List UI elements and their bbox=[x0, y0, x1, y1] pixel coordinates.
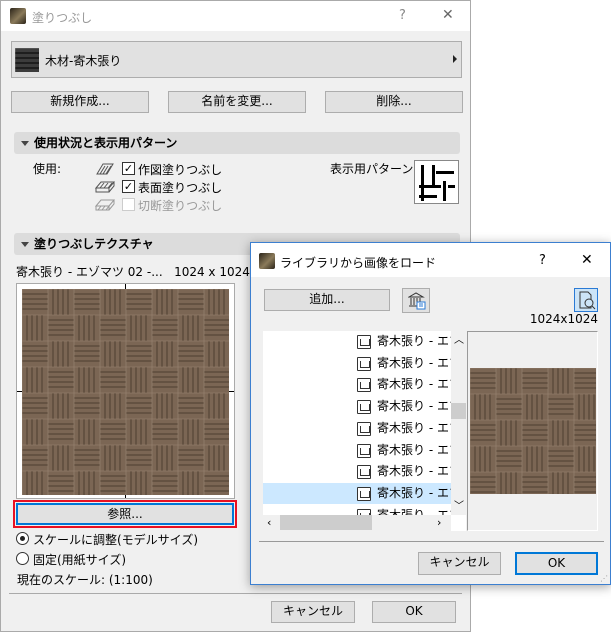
cut-fill-icon bbox=[95, 199, 115, 211]
surface-fill-label: 表面塗りつぶし bbox=[138, 181, 223, 195]
list-item-label: 寄木張り - エゾマツ bbox=[377, 399, 451, 414]
list-item[interactable]: 寄木張り - エゾマツ bbox=[263, 353, 451, 374]
texture-image bbox=[22, 289, 229, 495]
scroll-down-icon[interactable]: ﹀ bbox=[454, 497, 464, 512]
dialog-title-bar: ライブラリから画像をロード ? ✕ bbox=[251, 243, 610, 277]
browse-button[interactable]: 参照... bbox=[16, 503, 234, 525]
fill-selector[interactable]: 木材-寄木張り bbox=[11, 41, 462, 78]
scroll-left-icon[interactable]: ‹ bbox=[267, 516, 271, 529]
list-item-label: 寄木張り - エゾマツ bbox=[377, 442, 451, 457]
library-image-icon bbox=[357, 356, 371, 371]
surface-fill-checkbox[interactable]: ✓ bbox=[122, 180, 135, 193]
image-size: 1024x1024 bbox=[529, 312, 598, 326]
image-preview-frame bbox=[467, 331, 598, 531]
scale-to-model-radio[interactable] bbox=[16, 532, 29, 545]
dialog-help-button[interactable]: ? bbox=[539, 253, 546, 268]
surface-fill-icon bbox=[95, 181, 115, 193]
vertical-scroll-thumb[interactable] bbox=[451, 403, 466, 419]
texture-name: 寄木張り - エゾマツ 02 -... 1024 x 1024) bbox=[16, 265, 255, 279]
library-image-icon bbox=[357, 421, 371, 436]
divider bbox=[9, 593, 462, 594]
document-magnifier-icon bbox=[579, 291, 596, 310]
library-image-icon bbox=[357, 335, 371, 349]
close-button[interactable]: ✕ bbox=[442, 7, 454, 23]
list-item-label: 寄木張り - エゾマツ bbox=[377, 334, 451, 348]
fill-name: 木材-寄木張り bbox=[45, 54, 122, 68]
list-item-label: 寄木張り - エゾマツ bbox=[377, 420, 451, 435]
scale-to-model-label: スケールに調整(モデルサイズ) bbox=[33, 533, 199, 547]
cut-fill-label: 切断塗りつぶし bbox=[138, 199, 223, 213]
list-item-label: 寄木張り - エゾマツ bbox=[377, 377, 451, 392]
load-image-from-library-dialog: ライブラリから画像をロード ? ✕ 追加... 1024x1024 寄木張り -… bbox=[250, 242, 611, 585]
current-scale: 現在のスケール: (1:100) bbox=[17, 573, 153, 587]
library-image-icon bbox=[357, 400, 371, 415]
window-title: 塗りつぶし bbox=[32, 11, 93, 25]
chevron-right-icon bbox=[453, 55, 457, 63]
horizontal-scroll-thumb[interactable] bbox=[280, 515, 372, 530]
title-bar: 塗りつぶし ? ✕ bbox=[1, 1, 470, 31]
add-button[interactable]: 追加... bbox=[264, 289, 390, 311]
dialog-close-button[interactable]: ✕ bbox=[581, 252, 593, 268]
list-item-label: 寄木張り - エゾマツ bbox=[377, 355, 451, 370]
list-item[interactable]: 寄木張り - エゾマツ bbox=[263, 331, 451, 352]
texture-preview-frame bbox=[16, 283, 235, 499]
drafting-fill-label: 作図塗りつぶし bbox=[138, 163, 223, 177]
library-icon bbox=[408, 292, 426, 310]
display-pattern-preview[interactable] bbox=[414, 160, 459, 204]
list-item-label: 寄木張り - エゾマツ bbox=[377, 507, 451, 515]
app-icon bbox=[259, 253, 275, 269]
cancel-button[interactable]: キャンセル bbox=[271, 601, 355, 623]
scroll-up-icon[interactable]: ︿ bbox=[454, 331, 464, 346]
dialog-divider bbox=[259, 541, 604, 542]
fixed-paper-radio[interactable] bbox=[16, 552, 29, 565]
vertical-scrollbar[interactable]: ︿ ﹀ bbox=[451, 331, 466, 515]
cut-fill-checkbox[interactable] bbox=[122, 198, 135, 211]
display-pattern-label: 表示用パターン: bbox=[330, 162, 418, 176]
library-image-icon bbox=[357, 465, 371, 480]
scroll-right-icon[interactable]: › bbox=[437, 516, 441, 529]
horizontal-scrollbar[interactable]: ‹ › bbox=[263, 515, 451, 531]
app-icon bbox=[10, 8, 26, 24]
list-item[interactable]: 寄木張り - エゾマツ bbox=[263, 418, 451, 439]
image-preview bbox=[470, 368, 596, 494]
usage-label: 使用: bbox=[33, 162, 62, 176]
dialog-title: ライブラリから画像をロード bbox=[280, 256, 437, 270]
list-item[interactable]: 寄木張り - エゾマツ bbox=[263, 461, 451, 482]
library-image-icon bbox=[357, 378, 371, 393]
usage-section-header[interactable]: 使用状況と表示用パターン bbox=[14, 132, 460, 154]
new-button[interactable]: 新規作成... bbox=[11, 91, 149, 113]
preview-info-button[interactable] bbox=[574, 288, 598, 312]
resize-grip-icon[interactable]: ⋰ bbox=[600, 574, 608, 583]
list-item[interactable]: 寄木張り - エゾマツ bbox=[263, 440, 451, 461]
library-image-icon bbox=[357, 486, 371, 501]
help-button[interactable]: ? bbox=[399, 8, 406, 23]
rename-button[interactable]: 名前を変更... bbox=[168, 91, 306, 113]
fixed-paper-label: 固定(用紙サイズ) bbox=[33, 553, 127, 567]
dialog-cancel-button[interactable]: キャンセル bbox=[418, 552, 501, 575]
ok-button[interactable]: OK bbox=[372, 601, 456, 623]
image-list[interactable]: 寄木張り - エゾマツ寄木張り - エゾマツ寄木張り - エゾマツ寄木張り - … bbox=[263, 331, 466, 531]
drafting-fill-checkbox[interactable]: ✓ bbox=[122, 162, 135, 175]
library-manager-button[interactable] bbox=[402, 288, 430, 313]
list-item[interactable]: 寄木張り - エゾマツ bbox=[263, 396, 451, 417]
list-item[interactable]: 寄木張り - エゾマツ bbox=[263, 374, 451, 395]
list-item[interactable]: 寄木張り - エゾマツ bbox=[263, 482, 451, 504]
library-image-icon bbox=[357, 443, 371, 458]
delete-button[interactable]: 削除... bbox=[325, 91, 463, 113]
list-item[interactable]: 寄木張り - エゾマツ bbox=[263, 505, 451, 515]
list-item-label: 寄木張り - エゾマツ bbox=[377, 464, 451, 479]
dialog-ok-button[interactable]: OK bbox=[515, 552, 598, 575]
list-item-label: 寄木張り - エゾマツ bbox=[377, 485, 451, 500]
fill-pattern-icon bbox=[15, 48, 39, 72]
drafting-fill-icon bbox=[96, 163, 114, 175]
